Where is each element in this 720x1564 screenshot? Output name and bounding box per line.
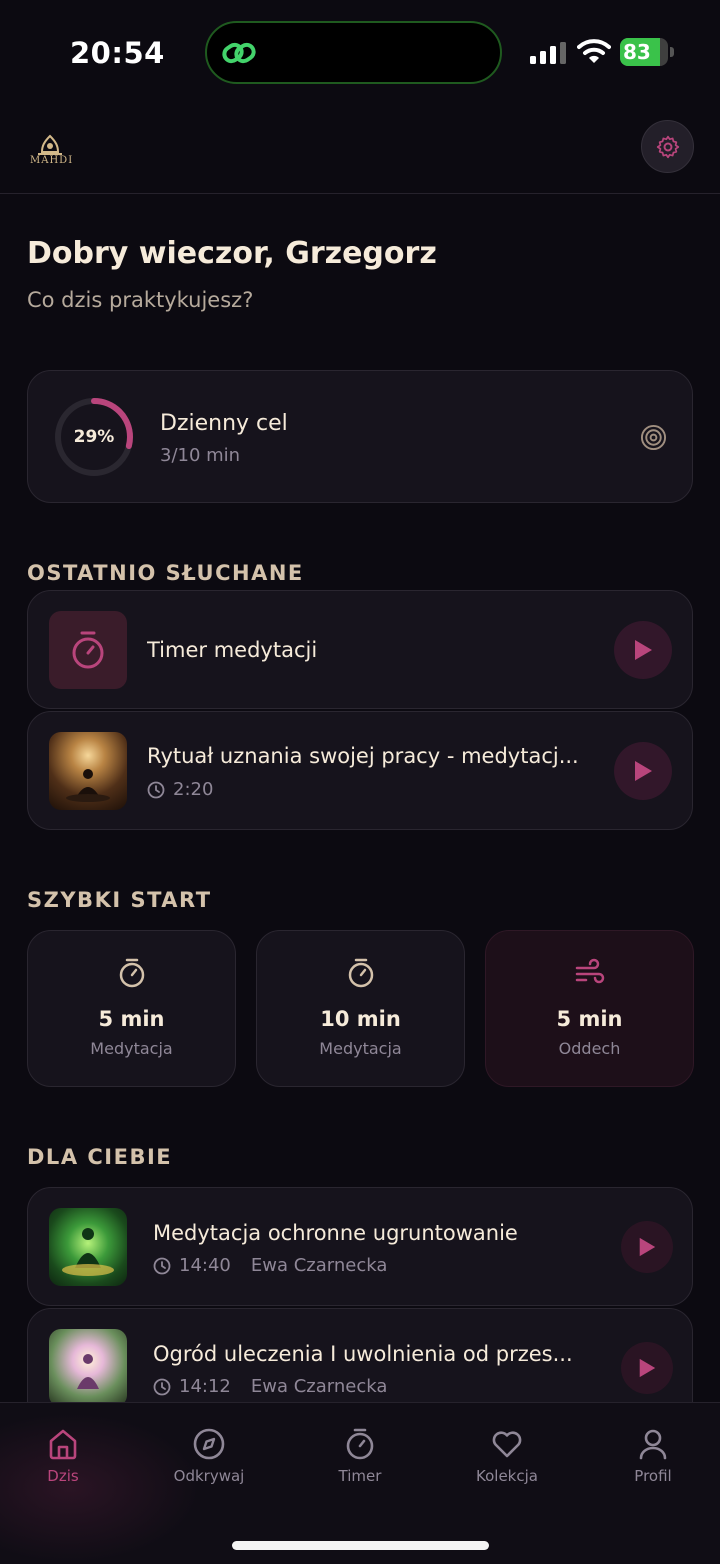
list-item[interactable]: Medytacja ochronne ugruntowanie 14:40 Ew… bbox=[27, 1187, 693, 1306]
page-subtitle: Co dzis praktykujesz? bbox=[27, 288, 254, 312]
list-item-meta: 14:12 Ewa Czarnecka bbox=[153, 1376, 387, 1397]
play-icon bbox=[635, 640, 652, 660]
home-indicator bbox=[232, 1541, 489, 1550]
play-icon bbox=[639, 1358, 656, 1378]
nav-item-discover[interactable]: Odkrywaj bbox=[149, 1427, 269, 1485]
battery-indicator: 83 bbox=[620, 38, 674, 66]
goal-percent: 29% bbox=[73, 427, 115, 447]
nav-label: Kolekcja bbox=[476, 1467, 538, 1485]
settings-button[interactable] bbox=[641, 120, 694, 173]
compass-icon bbox=[193, 1428, 225, 1460]
quick-start-label: Medytacja bbox=[90, 1039, 173, 1058]
signal-icon bbox=[530, 42, 566, 64]
play-button[interactable] bbox=[621, 1342, 673, 1394]
logo-text: MAHDI bbox=[30, 155, 74, 166]
timer-icon bbox=[119, 958, 145, 988]
nav-item-profile[interactable]: Profil bbox=[593, 1427, 713, 1485]
quick-start-value: 5 min bbox=[98, 1007, 165, 1031]
meditation-thumbnail bbox=[49, 1329, 127, 1407]
dynamic-island bbox=[205, 21, 502, 84]
nav-item-collection[interactable]: Kolekcja bbox=[447, 1427, 567, 1485]
app-header: MAHDI bbox=[0, 100, 720, 194]
clock-icon bbox=[147, 781, 165, 798]
quick-start-label: Oddech bbox=[558, 1039, 621, 1058]
play-icon bbox=[639, 1237, 656, 1257]
meditation-figure-icon bbox=[62, 1228, 114, 1276]
duration: 14:40 bbox=[179, 1255, 231, 1276]
quick-start-card[interactable]: 5 min Medytacja bbox=[27, 930, 236, 1087]
author: Ewa Czarnecka bbox=[250, 1255, 388, 1276]
author: Ewa Czarnecka bbox=[250, 1376, 388, 1397]
target-icon bbox=[640, 424, 667, 451]
section-title-for-you: DLA CIEBIE bbox=[27, 1145, 173, 1169]
play-button[interactable] bbox=[621, 1221, 673, 1273]
quick-start-value: 10 min bbox=[320, 1007, 401, 1031]
list-item-meta: 14:40 Ewa Czarnecka bbox=[153, 1255, 387, 1276]
nav-label: Dzis bbox=[47, 1467, 79, 1485]
gear-icon bbox=[656, 135, 679, 158]
timer-icon bbox=[346, 1428, 374, 1460]
status-time: 20:54 bbox=[70, 36, 165, 70]
list-item-title: Ogród uleczenia I uwolnienia od przes... bbox=[153, 1342, 573, 1366]
quick-start-card[interactable]: 10 min Medytacja bbox=[256, 930, 465, 1087]
wifi-icon bbox=[577, 39, 611, 63]
goal-title: Dzienny cel bbox=[160, 411, 288, 436]
meditation-figure-icon bbox=[77, 1354, 99, 1389]
quick-start-value: 5 min bbox=[556, 1007, 623, 1031]
list-item[interactable]: Rytuał uznania swojej pracy - medytacj..… bbox=[27, 711, 693, 830]
list-item-title: Timer medytacji bbox=[147, 638, 318, 662]
quick-start-label: Medytacja bbox=[319, 1039, 402, 1058]
section-title-quick-start: SZYBKI START bbox=[27, 888, 212, 912]
nav-label: Odkrywaj bbox=[173, 1467, 245, 1485]
bottom-nav: Dzis Odkrywaj Timer Kolekcja Profil bbox=[0, 1402, 720, 1564]
timer-icon bbox=[348, 958, 374, 988]
play-button[interactable] bbox=[614, 621, 672, 679]
play-icon bbox=[635, 761, 652, 781]
meditation-thumbnail bbox=[49, 732, 127, 810]
list-item-meta: 2:20 bbox=[147, 779, 213, 800]
play-button[interactable] bbox=[614, 742, 672, 800]
quick-start-card[interactable]: 5 min Oddech bbox=[485, 930, 694, 1087]
nav-label: Timer bbox=[338, 1467, 382, 1485]
clock-icon bbox=[153, 1378, 171, 1395]
user-icon bbox=[639, 1429, 667, 1460]
link-icon bbox=[222, 42, 256, 64]
battery-percent: 83 bbox=[623, 40, 651, 64]
meditation-thumbnail bbox=[49, 1208, 127, 1286]
nav-label: Profil bbox=[634, 1467, 672, 1485]
meditation-figure-icon bbox=[66, 769, 110, 802]
home-icon bbox=[49, 1429, 77, 1460]
timer-icon bbox=[72, 631, 104, 669]
timer-thumbnail bbox=[49, 611, 127, 689]
section-title-recent: OSTATNIO SŁUCHANE bbox=[27, 561, 304, 585]
wind-icon bbox=[575, 958, 605, 984]
daily-goal-card[interactable]: 29% Dzienny cel 3/10 min bbox=[27, 370, 693, 503]
duration: 2:20 bbox=[173, 779, 214, 800]
logo-icon bbox=[38, 134, 62, 155]
nav-item-timer[interactable]: Timer bbox=[300, 1427, 420, 1485]
list-item-title: Medytacja ochronne ugruntowanie bbox=[153, 1221, 518, 1245]
clock-icon bbox=[153, 1257, 171, 1274]
page-title: Dobry wieczor, Grzegorz bbox=[27, 236, 437, 271]
duration: 14:12 bbox=[179, 1376, 231, 1397]
list-item-title: Rytuał uznania swojej pracy - medytacj..… bbox=[147, 744, 579, 768]
nav-item-home[interactable]: Dzis bbox=[3, 1427, 123, 1485]
list-item[interactable]: Timer medytacji bbox=[27, 590, 693, 709]
goal-subtitle: 3/10 min bbox=[160, 445, 241, 466]
heart-icon bbox=[492, 1431, 522, 1458]
status-bar: 20:54 83 bbox=[0, 0, 720, 100]
